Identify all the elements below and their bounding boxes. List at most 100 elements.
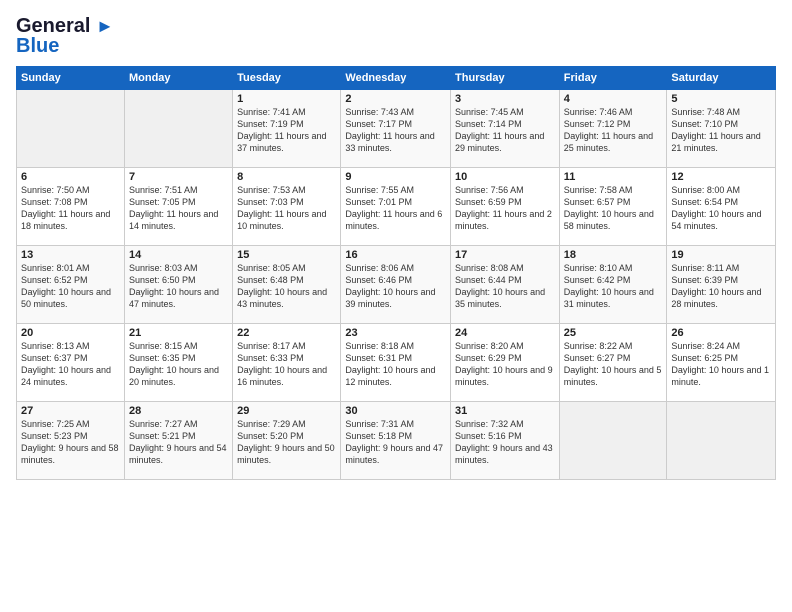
week-row-5: 27Sunrise: 7:25 AM Sunset: 5:23 PM Dayli…	[17, 402, 776, 480]
day-info: Sunrise: 7:50 AM Sunset: 7:08 PM Dayligh…	[21, 184, 120, 233]
day-cell	[667, 402, 776, 480]
day-number: 5	[671, 93, 771, 105]
logo: General ► Blue	[16, 16, 114, 56]
day-info: Sunrise: 8:15 AM Sunset: 6:35 PM Dayligh…	[129, 340, 228, 389]
day-cell: 10Sunrise: 7:56 AM Sunset: 6:59 PM Dayli…	[451, 168, 560, 246]
day-number: 15	[237, 249, 336, 261]
day-cell: 30Sunrise: 7:31 AM Sunset: 5:18 PM Dayli…	[341, 402, 451, 480]
day-info: Sunrise: 7:48 AM Sunset: 7:10 PM Dayligh…	[671, 106, 771, 155]
weekday-header-friday: Friday	[559, 67, 667, 90]
day-info: Sunrise: 7:45 AM Sunset: 7:14 PM Dayligh…	[455, 106, 555, 155]
day-cell: 22Sunrise: 8:17 AM Sunset: 6:33 PM Dayli…	[233, 324, 341, 402]
day-info: Sunrise: 7:27 AM Sunset: 5:21 PM Dayligh…	[129, 418, 228, 467]
day-cell: 14Sunrise: 8:03 AM Sunset: 6:50 PM Dayli…	[124, 246, 232, 324]
day-cell	[124, 90, 232, 168]
calendar: SundayMondayTuesdayWednesdayThursdayFrid…	[16, 66, 776, 480]
weekday-header-tuesday: Tuesday	[233, 67, 341, 90]
day-number: 4	[564, 93, 663, 105]
day-number: 24	[455, 327, 555, 339]
day-cell: 17Sunrise: 8:08 AM Sunset: 6:44 PM Dayli…	[451, 246, 560, 324]
day-number: 20	[21, 327, 120, 339]
day-info: Sunrise: 7:56 AM Sunset: 6:59 PM Dayligh…	[455, 184, 555, 233]
day-number: 12	[671, 171, 771, 183]
day-number: 7	[129, 171, 228, 183]
day-cell: 26Sunrise: 8:24 AM Sunset: 6:25 PM Dayli…	[667, 324, 776, 402]
day-info: Sunrise: 8:17 AM Sunset: 6:33 PM Dayligh…	[237, 340, 336, 389]
day-cell: 19Sunrise: 8:11 AM Sunset: 6:39 PM Dayli…	[667, 246, 776, 324]
day-info: Sunrise: 7:25 AM Sunset: 5:23 PM Dayligh…	[21, 418, 120, 467]
day-info: Sunrise: 8:00 AM Sunset: 6:54 PM Dayligh…	[671, 184, 771, 233]
day-cell: 24Sunrise: 8:20 AM Sunset: 6:29 PM Dayli…	[451, 324, 560, 402]
day-info: Sunrise: 7:31 AM Sunset: 5:18 PM Dayligh…	[345, 418, 446, 467]
day-info: Sunrise: 8:08 AM Sunset: 6:44 PM Dayligh…	[455, 262, 555, 311]
day-cell: 13Sunrise: 8:01 AM Sunset: 6:52 PM Dayli…	[17, 246, 125, 324]
day-info: Sunrise: 8:10 AM Sunset: 6:42 PM Dayligh…	[564, 262, 663, 311]
day-number: 14	[129, 249, 228, 261]
day-cell: 9Sunrise: 7:55 AM Sunset: 7:01 PM Daylig…	[341, 168, 451, 246]
day-number: 6	[21, 171, 120, 183]
day-cell: 18Sunrise: 8:10 AM Sunset: 6:42 PM Dayli…	[559, 246, 667, 324]
day-info: Sunrise: 7:29 AM Sunset: 5:20 PM Dayligh…	[237, 418, 336, 467]
week-row-3: 13Sunrise: 8:01 AM Sunset: 6:52 PM Dayli…	[17, 246, 776, 324]
day-info: Sunrise: 8:24 AM Sunset: 6:25 PM Dayligh…	[671, 340, 771, 389]
week-row-4: 20Sunrise: 8:13 AM Sunset: 6:37 PM Dayli…	[17, 324, 776, 402]
day-cell: 2Sunrise: 7:43 AM Sunset: 7:17 PM Daylig…	[341, 90, 451, 168]
day-number: 19	[671, 249, 771, 261]
weekday-header-monday: Monday	[124, 67, 232, 90]
day-cell: 3Sunrise: 7:45 AM Sunset: 7:14 PM Daylig…	[451, 90, 560, 168]
day-number: 22	[237, 327, 336, 339]
weekday-header-saturday: Saturday	[667, 67, 776, 90]
day-info: Sunrise: 8:22 AM Sunset: 6:27 PM Dayligh…	[564, 340, 663, 389]
day-cell: 5Sunrise: 7:48 AM Sunset: 7:10 PM Daylig…	[667, 90, 776, 168]
day-number: 8	[237, 171, 336, 183]
day-cell: 21Sunrise: 8:15 AM Sunset: 6:35 PM Dayli…	[124, 324, 232, 402]
day-cell: 16Sunrise: 8:06 AM Sunset: 6:46 PM Dayli…	[341, 246, 451, 324]
day-number: 23	[345, 327, 446, 339]
day-info: Sunrise: 8:18 AM Sunset: 6:31 PM Dayligh…	[345, 340, 446, 389]
day-number: 31	[455, 405, 555, 417]
day-number: 30	[345, 405, 446, 417]
day-cell: 6Sunrise: 7:50 AM Sunset: 7:08 PM Daylig…	[17, 168, 125, 246]
day-info: Sunrise: 8:11 AM Sunset: 6:39 PM Dayligh…	[671, 262, 771, 311]
day-info: Sunrise: 7:32 AM Sunset: 5:16 PM Dayligh…	[455, 418, 555, 467]
day-info: Sunrise: 8:13 AM Sunset: 6:37 PM Dayligh…	[21, 340, 120, 389]
day-cell: 8Sunrise: 7:53 AM Sunset: 7:03 PM Daylig…	[233, 168, 341, 246]
day-number: 18	[564, 249, 663, 261]
day-number: 3	[455, 93, 555, 105]
day-number: 29	[237, 405, 336, 417]
day-number: 10	[455, 171, 555, 183]
weekday-header-wednesday: Wednesday	[341, 67, 451, 90]
logo-general: General	[16, 15, 90, 37]
day-info: Sunrise: 7:46 AM Sunset: 7:12 PM Dayligh…	[564, 106, 663, 155]
logo-blue: Blue	[16, 36, 59, 56]
day-cell: 1Sunrise: 7:41 AM Sunset: 7:19 PM Daylig…	[233, 90, 341, 168]
day-info: Sunrise: 7:41 AM Sunset: 7:19 PM Dayligh…	[237, 106, 336, 155]
day-info: Sunrise: 7:55 AM Sunset: 7:01 PM Dayligh…	[345, 184, 446, 233]
week-row-2: 6Sunrise: 7:50 AM Sunset: 7:08 PM Daylig…	[17, 168, 776, 246]
day-number: 9	[345, 171, 446, 183]
day-cell: 28Sunrise: 7:27 AM Sunset: 5:21 PM Dayli…	[124, 402, 232, 480]
day-info: Sunrise: 8:06 AM Sunset: 6:46 PM Dayligh…	[345, 262, 446, 311]
day-info: Sunrise: 7:53 AM Sunset: 7:03 PM Dayligh…	[237, 184, 336, 233]
day-info: Sunrise: 8:03 AM Sunset: 6:50 PM Dayligh…	[129, 262, 228, 311]
day-cell: 15Sunrise: 8:05 AM Sunset: 6:48 PM Dayli…	[233, 246, 341, 324]
day-cell	[559, 402, 667, 480]
weekday-header-sunday: Sunday	[17, 67, 125, 90]
day-number: 1	[237, 93, 336, 105]
day-number: 21	[129, 327, 228, 339]
day-cell: 23Sunrise: 8:18 AM Sunset: 6:31 PM Dayli…	[341, 324, 451, 402]
day-info: Sunrise: 7:51 AM Sunset: 7:05 PM Dayligh…	[129, 184, 228, 233]
day-cell: 4Sunrise: 7:46 AM Sunset: 7:12 PM Daylig…	[559, 90, 667, 168]
day-cell: 31Sunrise: 7:32 AM Sunset: 5:16 PM Dayli…	[451, 402, 560, 480]
weekday-header-thursday: Thursday	[451, 67, 560, 90]
day-cell: 27Sunrise: 7:25 AM Sunset: 5:23 PM Dayli…	[17, 402, 125, 480]
header: General ► Blue	[16, 16, 776, 56]
week-row-1: 1Sunrise: 7:41 AM Sunset: 7:19 PM Daylig…	[17, 90, 776, 168]
day-number: 28	[129, 405, 228, 417]
day-number: 17	[455, 249, 555, 261]
day-cell: 29Sunrise: 7:29 AM Sunset: 5:20 PM Dayli…	[233, 402, 341, 480]
day-number: 2	[345, 93, 446, 105]
day-number: 25	[564, 327, 663, 339]
weekday-header-row: SundayMondayTuesdayWednesdayThursdayFrid…	[17, 67, 776, 90]
day-cell: 7Sunrise: 7:51 AM Sunset: 7:05 PM Daylig…	[124, 168, 232, 246]
